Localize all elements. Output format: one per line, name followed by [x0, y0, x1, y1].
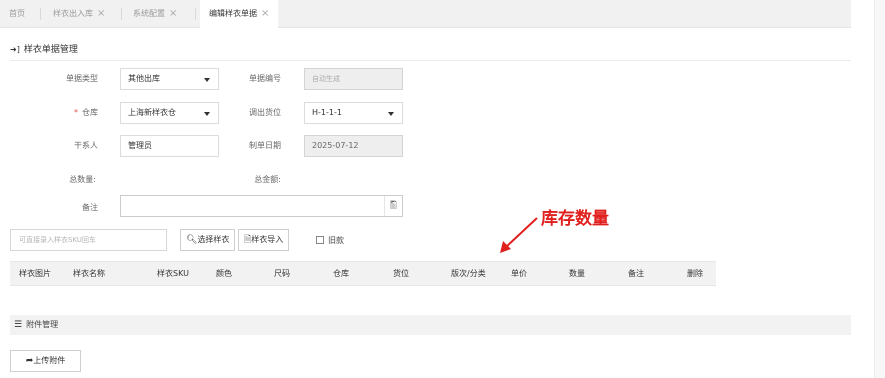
doc-type-value: 其他出库 — [128, 74, 160, 83]
upload-label: 上传附件 — [33, 356, 66, 365]
search-icon: 🔍︎ — [186, 235, 198, 245]
contact-value: 管理员 — [128, 141, 152, 150]
warehouse-label-text: 仓库 — [82, 108, 98, 117]
column-header: 单价 — [511, 269, 527, 278]
import-sample-label: 样衣导入 — [251, 235, 284, 244]
close-icon[interactable]: × — [97, 8, 105, 19]
page-title: ➜] 样衣单据管理 — [10, 42, 78, 55]
contact-input[interactable]: 管理员 — [120, 135, 219, 157]
doc-no-placeholder: 自动生成 — [312, 75, 340, 83]
column-header: 版次/分类 — [451, 269, 486, 278]
required-mark: * — [74, 108, 78, 117]
tab-divider — [195, 8, 196, 20]
column-header: 样衣名称 — [73, 269, 105, 278]
chevron-down-icon — [388, 112, 394, 116]
doc-no-field: 自动生成 — [304, 68, 403, 90]
notepad-icon[interactable]: 🖺 — [384, 196, 402, 216]
doc-no-label: 单据编号 — [249, 74, 281, 83]
tab-edit-sample-doc[interactable]: 编辑样衣单据 × — [200, 0, 279, 28]
doc-type-label: 单据类型 — [66, 74, 98, 83]
sku-input[interactable]: 可直接录入样衣SKU回车 — [10, 229, 167, 251]
tab-label: 编辑样衣单据 — [209, 9, 257, 18]
attachments-header: ☰ 附件管理 — [10, 315, 851, 335]
tab-label: 样衣出入库 — [53, 9, 93, 18]
annotation-arrow-head — [500, 241, 511, 253]
sku-placeholder: 可直接录入样衣SKU回车 — [19, 236, 96, 244]
tab-divider — [40, 8, 41, 20]
contact-label: 干系人 — [74, 141, 98, 150]
chevron-down-icon — [204, 112, 210, 116]
column-header: 删除 — [687, 269, 703, 278]
chevron-down-icon — [204, 78, 210, 82]
column-header: 尺码 — [274, 269, 290, 278]
warehouse-value: 上海新样衣仓 — [128, 108, 176, 117]
old-style-label: 旧款 — [328, 236, 344, 245]
column-header: 颜色 — [216, 269, 232, 278]
column-header: 样衣图片 — [19, 269, 51, 278]
select-sample-label: 选择样衣 — [197, 235, 230, 244]
create-date-field: 2025-07-12 — [304, 135, 403, 157]
out-location-select[interactable]: H-1-1-1 — [304, 102, 403, 124]
warehouse-select[interactable]: 上海新样衣仓 — [120, 102, 219, 124]
remark-input[interactable]: 🖺 — [120, 195, 403, 217]
upload-attachment-button[interactable]: ➦上传附件 — [10, 350, 81, 372]
warehouse-label: * 仓库 — [40, 107, 98, 118]
column-header: 备注 — [628, 269, 644, 278]
menu-icon: ☰ — [14, 320, 23, 330]
sign-in-icon: ➜] — [10, 45, 20, 54]
tab-divider — [121, 8, 122, 20]
column-header: 货位 — [393, 269, 409, 278]
tab-label: 首页 — [9, 9, 25, 18]
doc-type-select[interactable]: 其他出库 — [120, 68, 219, 90]
total-amount-label: 总金额: — [254, 175, 281, 184]
out-location-value: H-1-1-1 — [312, 108, 342, 117]
tab-system-config[interactable]: 系统配置 × — [133, 0, 177, 27]
annotation-text: 库存数量 — [541, 209, 609, 229]
vertical-scrollbar[interactable] — [874, 0, 885, 378]
tab-sample-inout[interactable]: 样衣出入库 × — [53, 0, 105, 27]
remark-label: 备注 — [82, 203, 98, 212]
column-header: 样衣SKU — [157, 269, 189, 278]
import-sample-button[interactable]: 🗎样衣导入 — [238, 229, 290, 251]
table-header: 样衣图片 样衣名称 样衣SKU 颜色 尺码 仓库 货位 版次/分类 单价 数量 … — [10, 261, 716, 286]
create-date-label: 制单日期 — [249, 141, 281, 150]
create-date-value: 2025-07-12 — [312, 141, 359, 150]
tab-bar: 首页 样衣出入库 × 系统配置 × 编辑样衣单据 × — [0, 0, 851, 28]
out-location-label: 调出货位 — [249, 108, 281, 117]
annotation-arrow-line — [505, 217, 538, 248]
tab-label: 系统配置 — [133, 9, 165, 18]
old-style-checkbox[interactable]: 旧款 — [316, 235, 344, 246]
divider — [10, 60, 851, 61]
page-title-text: 样衣单据管理 — [23, 45, 78, 55]
column-header: 数量 — [569, 269, 585, 278]
checkbox-box[interactable] — [316, 236, 324, 244]
tab-home[interactable]: 首页 — [9, 0, 25, 27]
column-header: 仓库 — [333, 269, 349, 278]
select-sample-button[interactable]: 🔍︎选择样衣 — [180, 229, 236, 251]
close-icon[interactable]: × — [261, 8, 269, 19]
close-icon[interactable]: × — [169, 8, 177, 19]
total-qty-label: 总数量: — [69, 175, 96, 184]
attachments-title: 附件管理 — [26, 320, 59, 329]
